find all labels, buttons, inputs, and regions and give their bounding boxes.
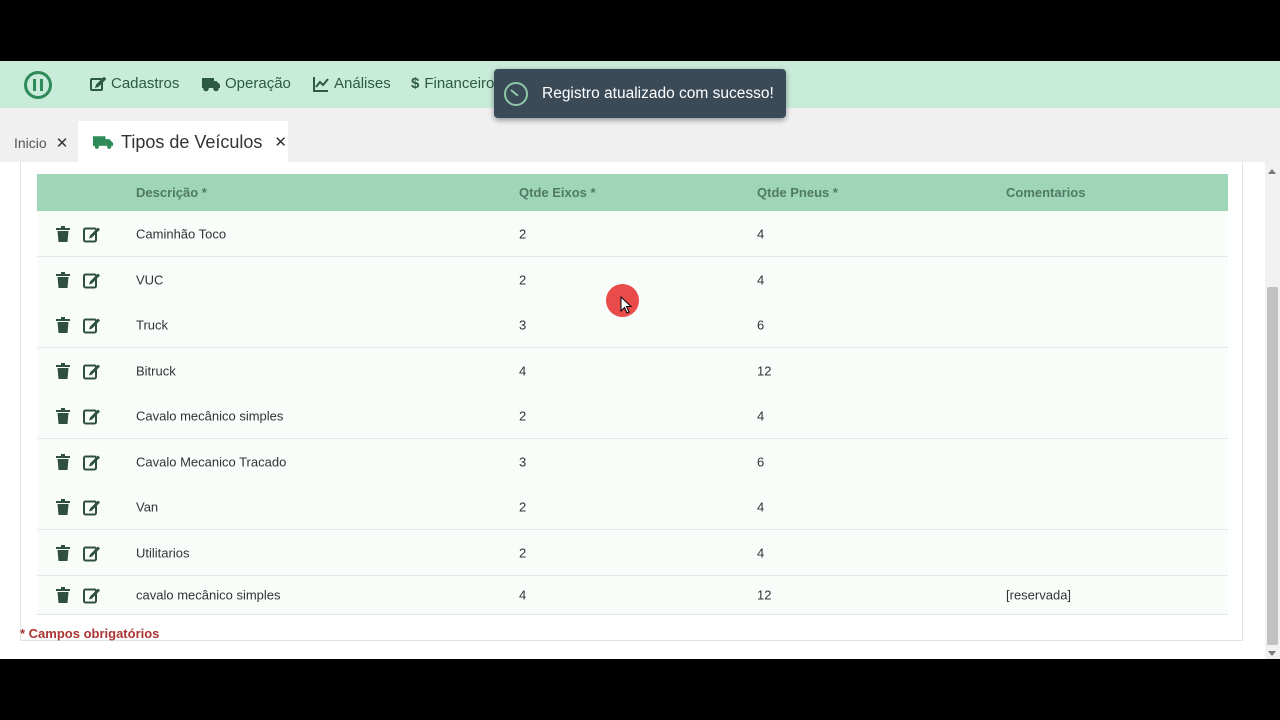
edit-icon[interactable]	[83, 453, 101, 470]
nav-operacao[interactable]: Operação	[202, 75, 291, 92]
cell-descricao: Utilitarios	[136, 545, 190, 560]
cell-eixos: 2	[519, 545, 527, 560]
clock-check-icon	[504, 81, 528, 106]
trash-icon[interactable]	[56, 453, 70, 470]
cell-descricao: Caminhão Toco	[136, 226, 227, 241]
mouse-cursor-icon	[620, 296, 633, 314]
cell-descricao: Van	[136, 499, 159, 514]
table-row[interactable]: Caminhão Toco 2 4	[37, 211, 1228, 257]
trash-icon[interactable]	[56, 407, 70, 424]
cell-descricao: Cavalo mecânico simples	[136, 408, 284, 423]
cell-eixos: 3	[519, 317, 527, 332]
cell-eixos: 2	[519, 272, 527, 287]
table-row[interactable]: Utilitarios 2 4	[37, 530, 1228, 576]
cell-pneus: 6	[757, 317, 765, 332]
edit-icon[interactable]	[83, 587, 101, 604]
nav-analises[interactable]: Análises	[313, 75, 391, 92]
cell-eixos: 4	[519, 587, 527, 603]
table-row[interactable]: Cavalo Mecanico Tracado 3 6	[37, 439, 1228, 485]
close-icon[interactable]: ✕	[56, 134, 69, 152]
table-row[interactable]: cavalo mecânico simples 4 12 [reservada]	[37, 576, 1228, 615]
cell-pneus: 4	[757, 226, 765, 241]
app-logo[interactable]	[24, 71, 52, 99]
chart-line-icon	[313, 76, 329, 92]
success-toast: Registro atualizado com sucesso!	[494, 69, 786, 118]
edit-icon[interactable]	[83, 316, 101, 333]
cell-pneus: 4	[757, 545, 765, 560]
tab-label: Tipos de Veículos	[121, 131, 263, 152]
toast-message: Registro atualizado com sucesso!	[542, 84, 774, 102]
cell-descricao: VUC	[136, 272, 164, 287]
cell-eixos: 4	[519, 363, 527, 378]
nav-financeiro[interactable]: $ Financeiro	[411, 75, 494, 92]
edit-icon	[90, 76, 106, 91]
cell-eixos: 3	[519, 454, 527, 469]
trash-icon[interactable]	[56, 362, 70, 379]
cell-descricao: Bitruck	[136, 363, 176, 378]
cell-comentarios: [reservada]	[1006, 587, 1072, 603]
edit-icon[interactable]	[83, 498, 101, 515]
edit-icon[interactable]	[83, 544, 101, 561]
tab-inicio[interactable]: Inicio ✕	[14, 134, 68, 152]
cell-descricao: Cavalo Mecanico Tracado	[136, 454, 287, 469]
cell-pneus: 4	[757, 408, 765, 423]
column-header-pneus[interactable]: Qtde Pneus *	[757, 185, 838, 200]
edit-icon[interactable]	[83, 407, 101, 424]
trash-icon[interactable]	[56, 271, 70, 288]
edit-icon[interactable]	[83, 271, 101, 288]
nav-label: Operação	[225, 75, 291, 92]
truck-icon	[202, 77, 220, 91]
cell-pneus: 12	[757, 363, 772, 378]
edit-icon[interactable]	[83, 362, 101, 379]
cell-pneus: 4	[757, 272, 765, 287]
edit-icon[interactable]	[83, 225, 101, 242]
cell-eixos: 2	[519, 226, 527, 241]
tab-tipos-de-veiculos[interactable]: Tipos de Veículos ✕	[78, 121, 288, 163]
nav-cadastros[interactable]: Cadastros	[90, 75, 179, 92]
cell-eixos: 2	[519, 499, 527, 514]
cell-pneus: 6	[757, 454, 765, 469]
cell-pneus: 12	[757, 587, 772, 603]
trash-icon[interactable]	[56, 225, 70, 242]
cell-pneus: 4	[757, 499, 765, 514]
nav-label: Financeiro	[424, 75, 495, 92]
trash-icon[interactable]	[56, 498, 70, 515]
table-row[interactable]: Van 2 4	[37, 484, 1228, 530]
main-content: Descrição * Qtde Eixos * Qtde Pneus * Co…	[0, 162, 1265, 659]
scroll-down-arrow-icon[interactable]	[1268, 651, 1276, 656]
table-row[interactable]: Cavalo mecânico simples 2 4	[37, 393, 1228, 439]
column-header-descricao[interactable]: Descrição *	[136, 185, 207, 200]
table-panel: Descrição * Qtde Eixos * Qtde Pneus * Co…	[20, 162, 1243, 641]
truck-icon	[92, 136, 114, 149]
trash-icon[interactable]	[56, 316, 70, 333]
required-fields-note: * Campos obrigatórios	[20, 626, 160, 641]
column-header-eixos[interactable]: Qtde Eixos *	[519, 185, 596, 200]
vertical-scrollbar[interactable]	[1265, 162, 1280, 659]
table-row[interactable]: Bitruck 4 12	[37, 348, 1228, 394]
scroll-up-arrow-icon[interactable]	[1268, 169, 1276, 174]
nav-label: Cadastros	[111, 75, 180, 92]
tab-label: Inicio	[14, 135, 47, 151]
trash-icon[interactable]	[56, 544, 70, 561]
trash-icon[interactable]	[56, 587, 70, 603]
cell-descricao: cavalo mecânico simples	[136, 587, 281, 603]
scroll-thumb[interactable]	[1267, 287, 1278, 645]
close-icon[interactable]: ✕	[274, 133, 287, 151]
cell-eixos: 2	[519, 408, 527, 423]
app-window: Cadastros Operação Análises $ Financeiro…	[0, 61, 1280, 659]
table-header: Descrição * Qtde Eixos * Qtde Pneus * Co…	[37, 174, 1228, 211]
dollar-icon: $	[411, 75, 420, 92]
cell-descricao: Truck	[136, 317, 169, 332]
nav-label: Análises	[334, 75, 391, 92]
column-header-comentarios[interactable]: Comentarios	[1006, 185, 1085, 200]
